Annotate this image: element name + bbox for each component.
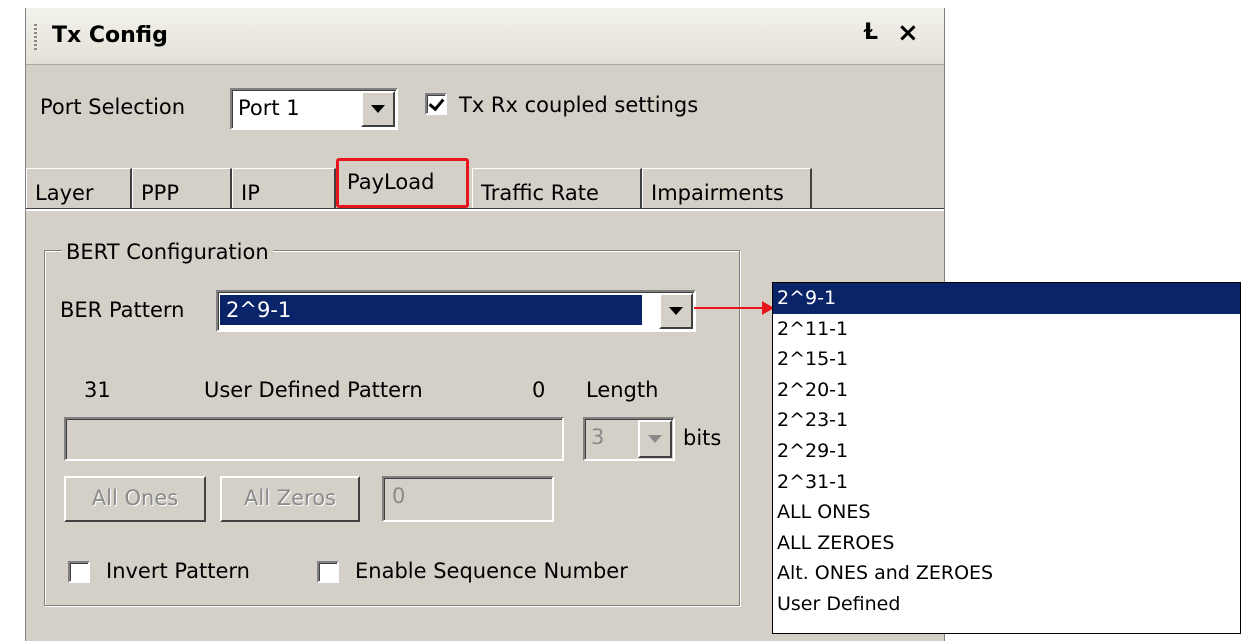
list-item[interactable]: 2^15-1: [773, 344, 1240, 375]
ber-pattern-label: BER Pattern: [60, 298, 185, 322]
coupled-settings-checkbox[interactable]: [425, 93, 447, 115]
chevron-down-icon[interactable]: [638, 420, 672, 458]
length-value: 3: [591, 425, 605, 449]
port-select[interactable]: Port 1: [230, 88, 398, 130]
tab-impairments[interactable]: Impairments: [642, 168, 812, 208]
enable-sequence-label: Enable Sequence Number: [355, 559, 628, 583]
list-item[interactable]: Alt. ONES and ZEROES: [773, 558, 1240, 589]
list-item[interactable]: ALL ONES: [773, 497, 1240, 528]
pin-icon[interactable]: Ɫ: [864, 20, 878, 45]
list-item[interactable]: User Defined: [773, 589, 1240, 620]
bert-group-label: BERT Configuration: [62, 240, 273, 264]
tab-label: IP: [241, 181, 260, 205]
coupled-settings-label: Tx Rx coupled settings: [459, 93, 699, 117]
user-defined-pattern-label: User Defined Pattern: [204, 378, 423, 402]
enable-sequence-checkbox[interactable]: [317, 561, 339, 583]
list-item[interactable]: ALL ZEROES: [773, 528, 1240, 559]
ber-pattern-options-list[interactable]: 2^9-1 2^11-1 2^15-1 2^20-1 2^23-1 2^29-1…: [772, 282, 1241, 634]
tab-label: PayLoad: [347, 170, 435, 194]
invert-pattern-label: Invert Pattern: [106, 559, 250, 583]
list-item[interactable]: 2^20-1: [773, 375, 1240, 406]
grip-handle-icon[interactable]: [34, 24, 37, 52]
tab-traffic-rate[interactable]: Traffic Rate: [472, 168, 642, 208]
ber-pattern-value: 2^9-1: [220, 295, 642, 325]
list-item[interactable]: 2^31-1: [773, 467, 1240, 498]
tab-label: Impairments: [651, 181, 784, 205]
length-label: Length: [586, 378, 659, 402]
tab-strip: Layer PPP IP PayLoad Traffic Rate Impair…: [26, 154, 944, 208]
chevron-down-icon[interactable]: [659, 293, 693, 329]
port-selection-label: Port Selection: [40, 95, 186, 119]
panel-title: Tx Config: [52, 23, 168, 48]
tab-payload[interactable]: PayLoad: [336, 158, 469, 208]
list-item[interactable]: 2^9-1: [773, 283, 1240, 314]
left-bit-label: 31: [84, 378, 111, 402]
invert-pattern-checkbox[interactable]: [68, 561, 90, 583]
right-bit-label: 0: [532, 378, 546, 402]
user-pattern-input[interactable]: [64, 417, 564, 461]
close-icon[interactable]: ×: [897, 18, 919, 48]
bits-label: bits: [683, 426, 722, 450]
all-zeros-button[interactable]: All Zeros: [220, 476, 360, 522]
port-select-value: Port 1: [238, 96, 300, 120]
panel-titlebar[interactable]: Tx Config Ɫ ×: [26, 8, 944, 65]
fill-value-input[interactable]: 0: [382, 476, 554, 522]
tab-label: Traffic Rate: [481, 181, 599, 205]
tab-layer[interactable]: Layer: [26, 168, 132, 208]
list-item[interactable]: 2^29-1: [773, 436, 1240, 467]
tab-label: PPP: [141, 181, 179, 205]
length-select[interactable]: 3: [583, 417, 675, 461]
callout-arrow-icon: [694, 301, 774, 315]
chevron-down-icon[interactable]: [361, 91, 395, 127]
all-ones-button[interactable]: All Ones: [64, 476, 206, 522]
ber-pattern-select[interactable]: 2^9-1: [216, 290, 696, 332]
tab-ip[interactable]: IP: [232, 168, 336, 208]
list-item[interactable]: 2^11-1: [773, 314, 1240, 345]
tab-ppp[interactable]: PPP: [132, 168, 232, 208]
list-item[interactable]: 2^23-1: [773, 405, 1240, 436]
tab-divider: [26, 208, 944, 211]
tab-label: Layer: [35, 181, 94, 205]
